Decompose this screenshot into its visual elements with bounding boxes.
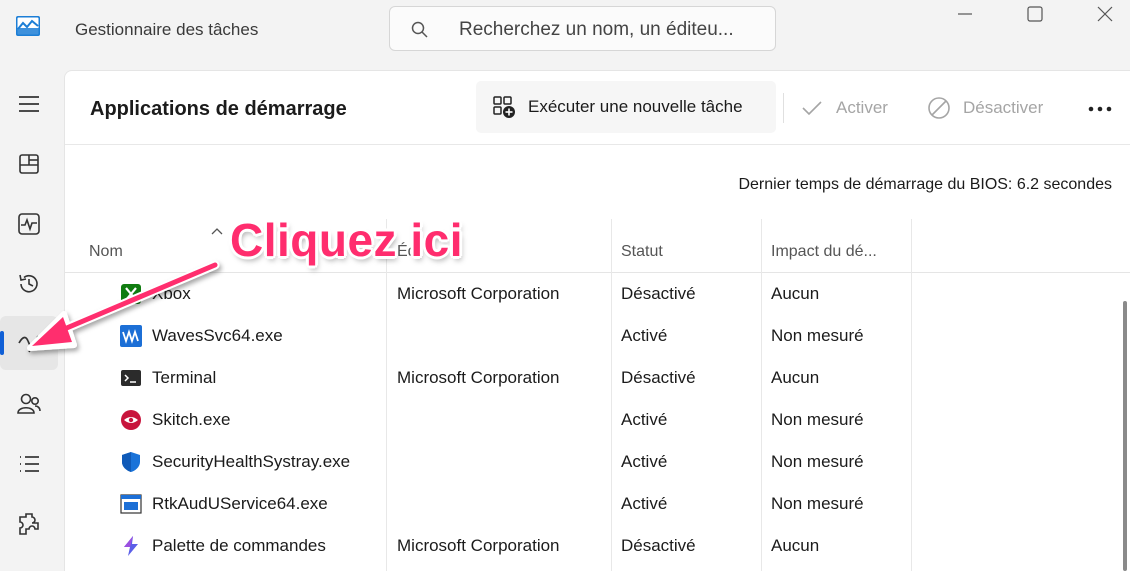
cell-name: SecurityHealthSystray.exe	[152, 452, 351, 471]
search-icon	[411, 21, 428, 38]
startup-apps-icon[interactable]	[0, 316, 58, 370]
minimize-icon[interactable]	[950, 2, 980, 26]
cell-name: Terminal	[152, 368, 217, 387]
table-row[interactable]: RtkAudUService64.exe Activé Non mesuré	[65, 483, 1115, 525]
cell-name: Xbox	[152, 284, 191, 303]
cell-impact: Aucun	[771, 368, 820, 387]
cell-impact: Non mesuré	[771, 410, 864, 429]
nav-selected-indicator	[0, 331, 4, 355]
cell-impact: Aucun	[771, 284, 820, 303]
title-bar: Gestionnaire des tâches Recherchez un no…	[0, 0, 1130, 60]
run-new-task-icon	[493, 96, 515, 118]
cell-publisher: Microsoft Corporation	[397, 536, 560, 555]
cell-publisher: Microsoft Corporation	[397, 368, 560, 387]
disable-label: Désactiver	[963, 98, 1044, 117]
column-header-status[interactable]: Statut	[621, 243, 663, 261]
details-icon[interactable]	[0, 437, 58, 491]
cell-name: Skitch.exe	[152, 410, 231, 429]
app-history-icon[interactable]	[0, 257, 58, 311]
cell-status: Activé	[621, 410, 668, 429]
terminal-icon	[121, 370, 141, 386]
waves-icon	[120, 325, 142, 347]
column-header-name[interactable]: Nom	[89, 243, 123, 261]
more-options-icon[interactable]	[1085, 99, 1115, 119]
enable-label: Activer	[836, 98, 888, 117]
hamburger-menu-icon[interactable]	[0, 77, 58, 131]
realtek-audio-icon	[120, 494, 142, 514]
cell-publisher: Microsoft Corporation	[397, 284, 560, 303]
window-title: Gestionnaire des tâches	[75, 20, 259, 39]
cell-name: RtkAudUService64.exe	[152, 494, 328, 513]
processes-icon[interactable]	[0, 137, 58, 191]
search-box[interactable]: Recherchez un nom, un éditeu...	[389, 6, 776, 51]
enable-button[interactable]: Activer	[800, 96, 900, 122]
close-icon[interactable]	[1090, 2, 1120, 26]
services-icon[interactable]	[0, 497, 58, 551]
users-icon[interactable]	[0, 377, 58, 431]
cell-name: Palette de commandes	[152, 536, 326, 555]
cell-status: Désactivé	[621, 284, 696, 303]
disable-button[interactable]: Désactiver	[927, 96, 1057, 122]
command-bar: Applications de démarrage Exécuter une n…	[65, 71, 1130, 145]
skitch-icon	[121, 410, 141, 430]
security-shield-icon	[122, 452, 140, 472]
cell-impact: Aucun	[771, 536, 820, 555]
run-new-task-button[interactable]: Exécuter une nouvelle tâche	[476, 81, 776, 133]
table-row[interactable]: Xbox Microsoft Corporation Désactivé Auc…	[65, 273, 1115, 315]
cell-status: Activé	[621, 452, 668, 471]
table-row[interactable]: WavesSvc64.exe Activé Non mesuré	[65, 315, 1115, 357]
sort-ascending-icon	[211, 228, 223, 235]
annotation-callout: Cliquez ici	[230, 214, 463, 266]
table-header: Nom Éd Statut Impact du dé...	[65, 219, 1130, 273]
cell-impact: Non mesuré	[771, 494, 864, 513]
bios-time-text: Dernier temps de démarrage du BIOS: 6.2 …	[738, 176, 1112, 193]
toolbar-separator	[783, 93, 784, 123]
checkmark-icon	[802, 101, 822, 116]
task-manager-icon	[16, 16, 40, 36]
cell-status: Activé	[621, 494, 668, 513]
cell-impact: Non mesuré	[771, 326, 864, 345]
cell-status: Désactivé	[621, 368, 696, 387]
run-new-task-label: Exécuter une nouvelle tâche	[528, 97, 743, 116]
vertical-scrollbar[interactable]	[1123, 301, 1127, 571]
cell-impact: Non mesuré	[771, 452, 864, 471]
cell-name: WavesSvc64.exe	[152, 326, 283, 345]
performance-icon[interactable]	[0, 197, 58, 251]
main-panel: Applications de démarrage Exécuter une n…	[64, 70, 1130, 571]
block-icon	[928, 97, 950, 119]
table-row[interactable]: Palette de commandes Microsoft Corporati…	[65, 525, 1115, 567]
table-row[interactable]: SecurityHealthSystray.exe Activé Non mes…	[65, 441, 1115, 483]
table-row[interactable]: Skitch.exe Activé Non mesuré	[65, 399, 1115, 441]
page-title: Applications de démarrage	[90, 98, 347, 120]
search-placeholder[interactable]: Recherchez un nom, un éditeu...	[459, 19, 734, 41]
cell-status: Activé	[621, 326, 668, 345]
table-row[interactable]: Terminal Microsoft Corporation Désactivé…	[65, 357, 1115, 399]
column-header-impact[interactable]: Impact du dé...	[771, 243, 877, 261]
xbox-icon	[121, 284, 141, 304]
command-palette-icon	[124, 536, 138, 556]
cell-status: Désactivé	[621, 536, 696, 555]
maximize-icon[interactable]	[1020, 2, 1050, 26]
